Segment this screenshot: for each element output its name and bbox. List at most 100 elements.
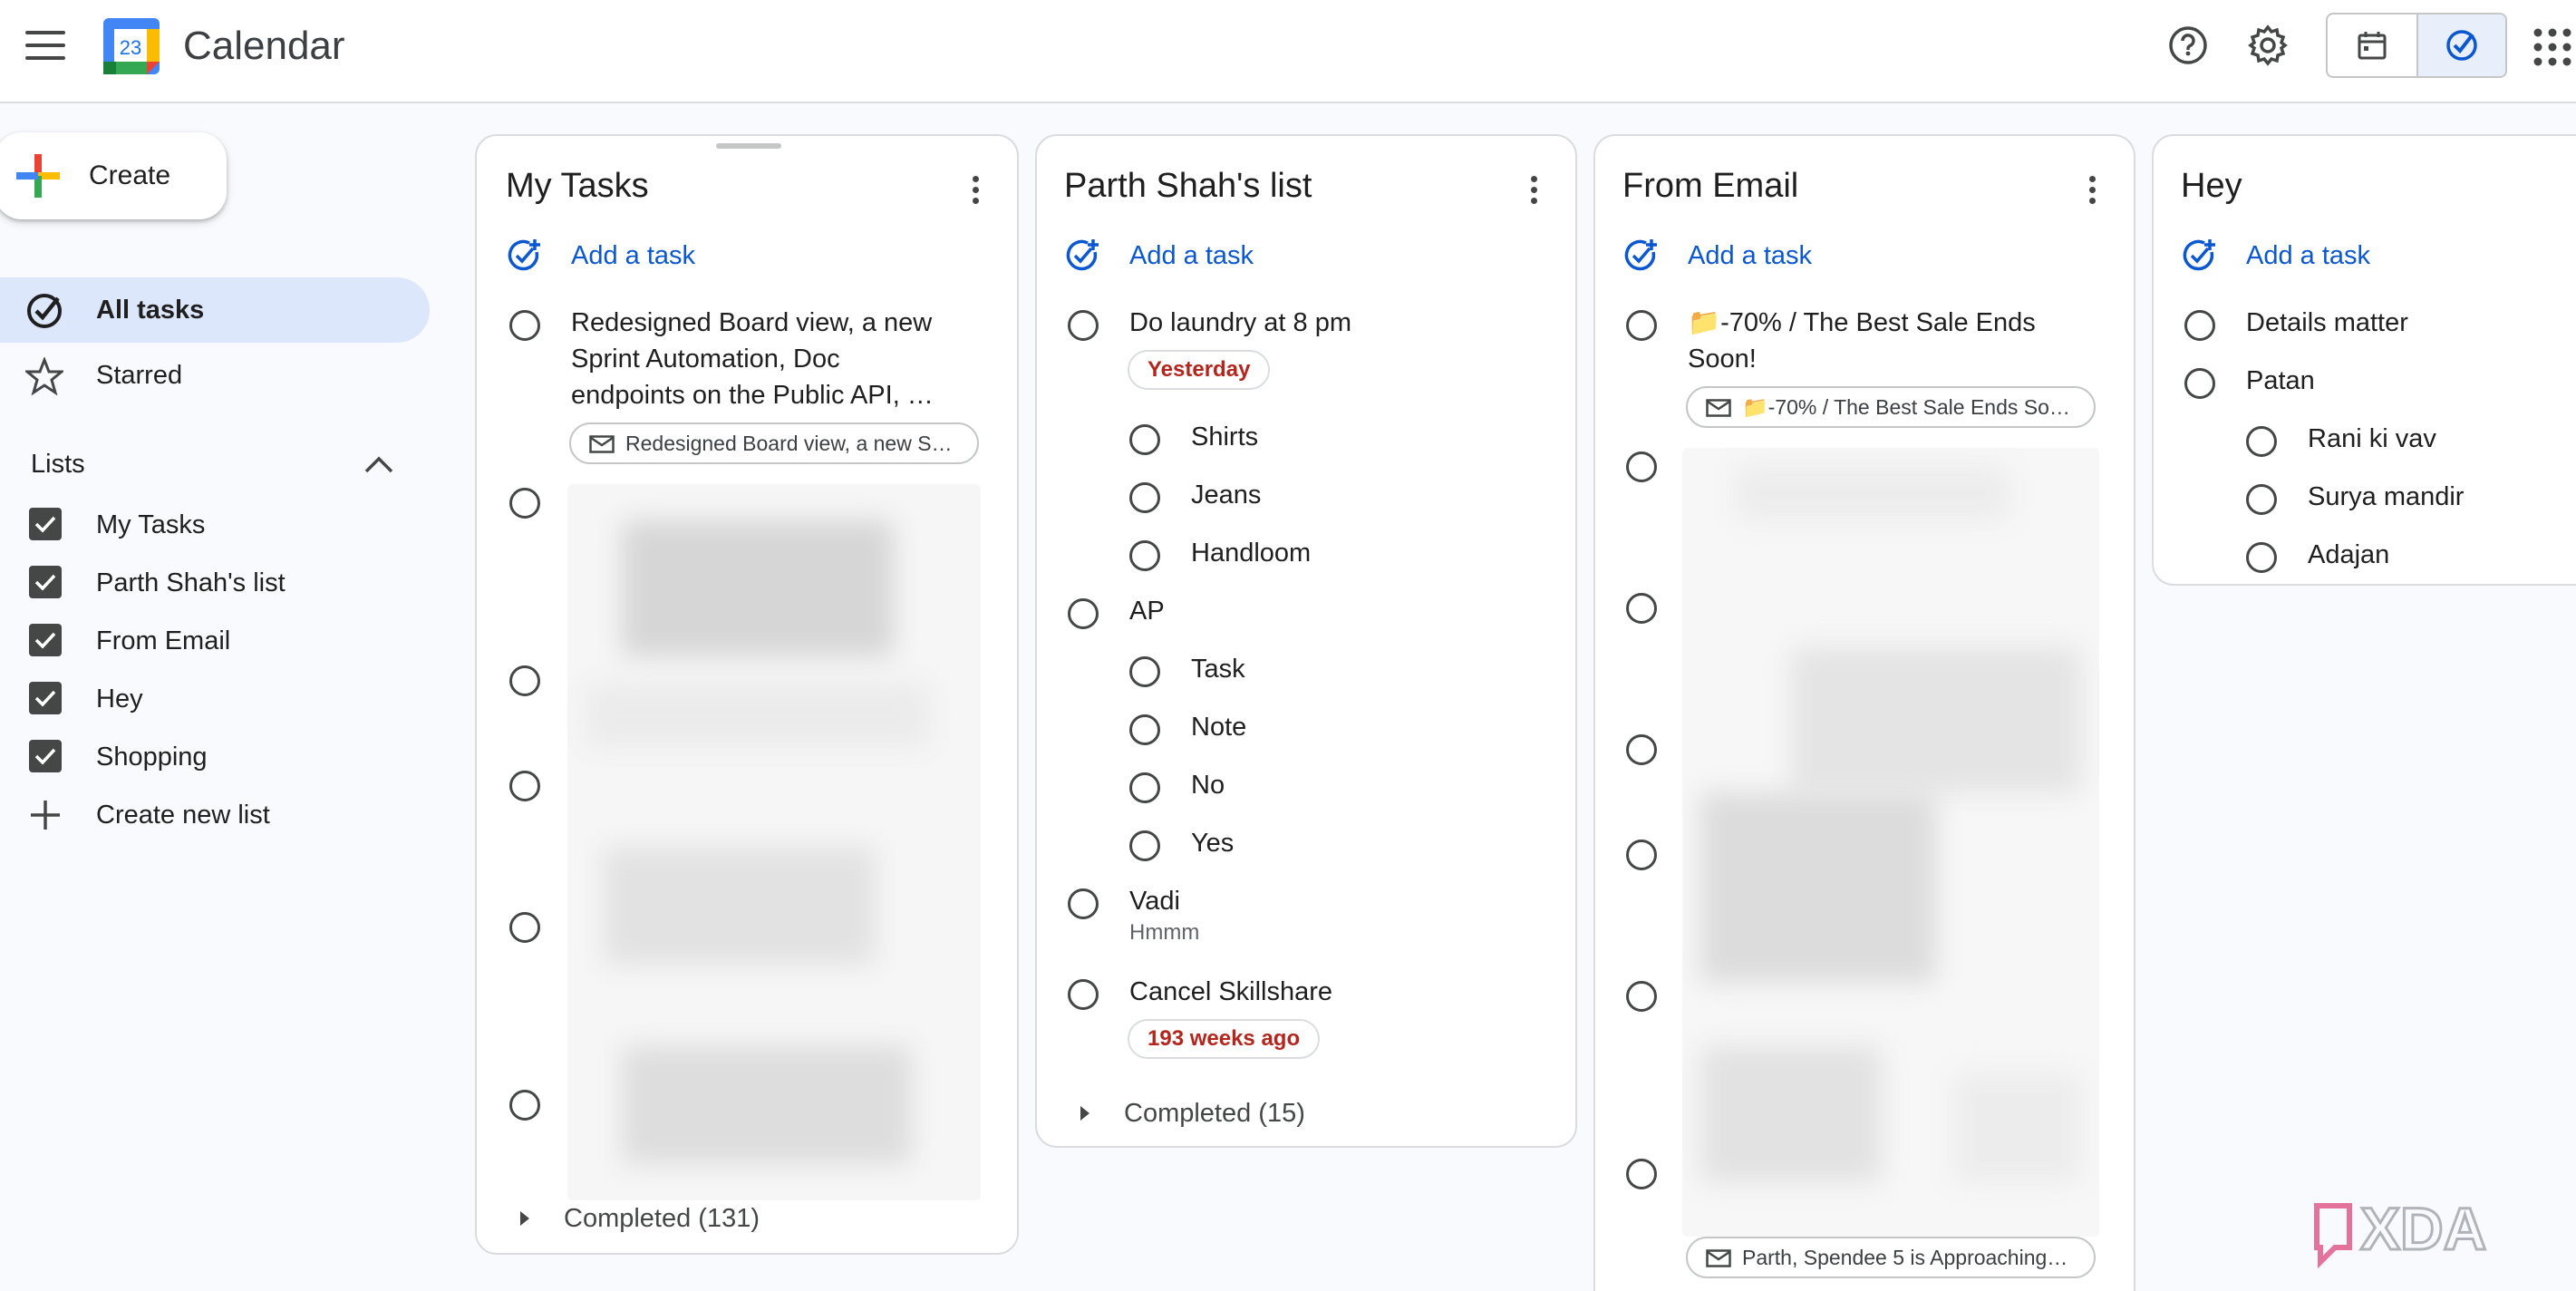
drag-handle[interactable] [716,143,781,149]
subtask-title[interactable]: Shirts [1191,419,1258,455]
task-complete-radio[interactable] [2184,310,2215,341]
task-complete-radio[interactable] [1626,593,1657,624]
nav-starred[interactable]: Starred [0,343,430,408]
completed-toggle[interactable]: Completed (131) [520,1202,760,1235]
completed-label: Completed (15) [1124,1099,1305,1128]
task-complete-radio[interactable] [1068,310,1099,341]
plus-icon [31,801,60,830]
task-complete-radio[interactable] [509,310,540,341]
task-title-line[interactable]: Sprint Automation, Doc [571,341,840,377]
subtask-complete-radio[interactable] [1129,482,1160,513]
task-complete-radio[interactable] [509,665,540,696]
completed-toggle[interactable]: Completed (15) [1080,1097,1305,1130]
due-date-chip[interactable]: Yesterday [1128,350,1271,390]
subtask-complete-radio[interactable] [2246,426,2277,457]
add-task-label: Add a task [1129,241,1254,270]
more-vert-icon[interactable] [970,176,981,209]
subtask-title[interactable]: Yes [1191,825,1234,861]
task-complete-radio[interactable] [509,912,540,943]
task-title[interactable]: Do laundry at 8 pm [1129,305,1351,341]
nav-all-tasks[interactable]: All tasks [0,277,430,343]
task-complete-radio[interactable] [1068,979,1099,1010]
completed-label: Completed (131) [564,1204,760,1233]
task-title[interactable]: Cancel Skillshare [1129,974,1332,1010]
subtask-complete-radio[interactable] [1129,714,1160,745]
task-complete-radio[interactable] [1626,981,1657,1012]
task-title-line[interactable]: endpoints on the Public API, … [571,377,934,413]
help-icon[interactable] [2163,20,2213,71]
task-title-line[interactable]: Redesigned Board view, a new [571,305,932,341]
task-title-line[interactable]: 📁-70% / The Best Sale Ends [1688,305,2036,341]
subtask-title[interactable]: Note [1191,709,1246,745]
task-complete-radio[interactable] [509,488,540,519]
subtask-complete-radio[interactable] [1129,830,1160,861]
task-title[interactable]: Patan [2246,363,2315,399]
subtask-complete-radio[interactable] [2246,542,2277,573]
subtask-title[interactable]: Adajan [2308,537,2389,573]
nav-label: All tasks [96,296,205,325]
subtask-complete-radio[interactable] [1129,772,1160,803]
task-complete-radio[interactable] [509,771,540,801]
task-complete-radio[interactable] [1068,888,1099,919]
list-title: Hey [2181,167,2242,205]
more-vert-icon[interactable] [2087,176,2097,209]
redacted-tasks-area [1682,448,2099,1237]
task-complete-radio[interactable] [509,1090,540,1121]
checkbox[interactable] [29,740,62,772]
subtask-complete-radio[interactable] [2246,484,2277,515]
subtask-title[interactable]: Jeans [1191,477,1261,513]
subtask-complete-radio[interactable] [1129,424,1160,455]
due-date-chip[interactable]: 193 weeks ago [1128,1019,1321,1059]
calendar-view-icon[interactable] [2328,15,2416,76]
task-complete-radio[interactable] [1068,598,1099,629]
task-complete-radio[interactable] [2184,368,2215,399]
apps-icon[interactable] [2532,27,2576,67]
check-circle-icon [27,294,62,328]
subtask-title[interactable]: Surya mandir [2308,479,2464,515]
add-task-icon [1624,239,1657,271]
task-title[interactable]: Vadi [1129,883,1180,919]
task-title[interactable]: AP [1129,593,1165,629]
email-link-chip[interactable]: Parth, Spendee 5 is Approaching… [1686,1237,2096,1278]
list-toggle-shopping[interactable]: Shopping [0,732,430,782]
task-complete-radio[interactable] [1626,451,1657,482]
subtask-complete-radio[interactable] [1129,540,1160,571]
list-toggle-parth-shah[interactable]: Parth Shah's list [0,558,430,608]
chevron-up-icon[interactable] [361,450,397,479]
list-toggle-my-tasks[interactable]: My Tasks [0,500,430,550]
settings-icon[interactable] [2242,20,2293,71]
app-title: Calendar [183,24,345,68]
star-icon [25,357,63,395]
calendar-logo-icon[interactable]: 23 [102,16,161,76]
list-label: My Tasks [96,510,206,539]
list-toggle-hey[interactable]: Hey [0,674,430,724]
email-link-chip[interactable]: 📁-70% / The Best Sale Ends So… [1686,386,2096,428]
more-vert-icon[interactable] [1528,176,1539,209]
task-title[interactable]: Details matter [2246,305,2408,341]
checkbox[interactable] [29,624,62,656]
xda-watermark-logo: XDA [2314,1194,2488,1269]
subtask-title[interactable]: Handloom [1191,535,1311,571]
menu-icon[interactable] [25,31,65,63]
email-link-chip[interactable]: Redesigned Board view, a new S… [569,422,979,464]
redacted-tasks-area [567,484,981,1200]
task-complete-radio[interactable] [1626,1159,1657,1189]
checkbox[interactable] [29,566,62,598]
add-task-label: Add a task [1688,241,1813,270]
create-button[interactable]: Create [0,132,227,219]
tasks-view-icon[interactable] [2416,15,2505,76]
list-toggle-from-email[interactable]: From Email [0,616,430,666]
checkbox[interactable] [29,508,62,540]
task-complete-radio[interactable] [1626,310,1657,341]
subtask-title[interactable]: No [1191,767,1225,803]
create-new-list-label: Create new list [96,801,270,830]
subtask-title[interactable]: Task [1191,651,1245,687]
checkbox[interactable] [29,682,62,714]
create-new-list-button[interactable]: Create new list [0,790,430,840]
task-complete-radio[interactable] [1626,734,1657,765]
task-complete-radio[interactable] [1626,840,1657,870]
list-label: Hey [96,684,143,713]
task-title-line[interactable]: Soon! [1688,341,1757,377]
subtask-title[interactable]: Rani ki vav [2308,421,2436,457]
subtask-complete-radio[interactable] [1129,656,1160,687]
